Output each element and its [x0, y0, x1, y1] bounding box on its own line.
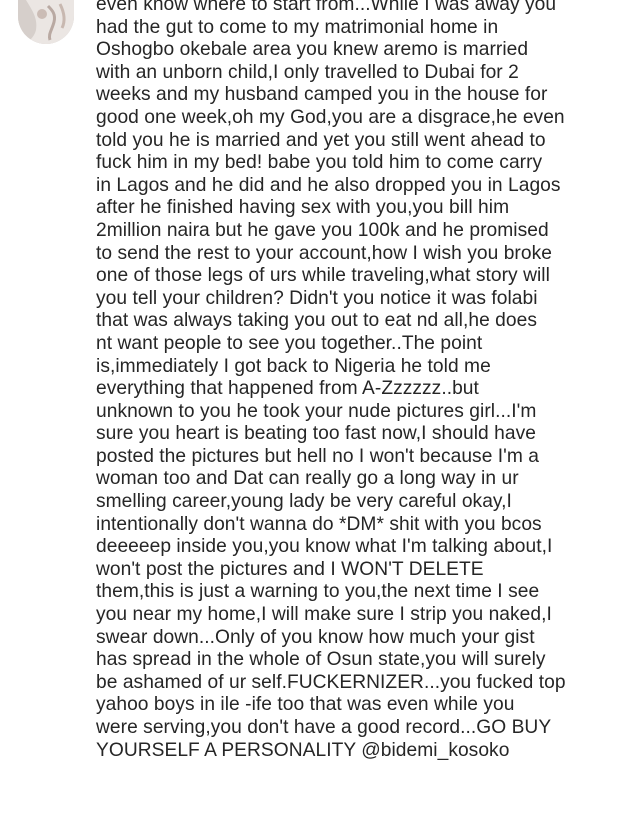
comment-line: even know where to start from...While I …: [96, 0, 557, 15]
comment-line: nt want people to see you together..The …: [96, 332, 483, 354]
comment-line: after he finished having sex with you,yo…: [96, 197, 510, 219]
comment-line: to send the rest to your account,how I w…: [96, 242, 552, 264]
comment-line: posted the pictures but hell no I won't …: [96, 445, 540, 467]
comment-line: deeeeep inside you,you know what I'm tal…: [96, 536, 553, 558]
comment-line: one of those legs of urs while traveling…: [96, 265, 550, 287]
comment-line: woman too and Dat can really go a long w…: [96, 468, 519, 490]
comment-line: that was always taking you out to eat nd…: [96, 310, 537, 332]
comment-line: told you he is married and yet you still…: [96, 129, 546, 151]
mention-link[interactable]: @bidemi_kosoko: [361, 740, 509, 761]
profile-avatar-icon: [18, 0, 74, 44]
avatar[interactable]: [18, 0, 74, 44]
comment-line: YOURSELF A PERSONALITY: [96, 739, 362, 761]
comment-line: fuck him in my bed! babe you told him to…: [96, 152, 543, 174]
comment-line: were serving,you don't have a good recor…: [96, 717, 552, 738]
comment-line: 2million naira but he gave you 100k and …: [96, 219, 549, 241]
comment-line: yahoo boys in ile -ife too that was even…: [96, 694, 515, 716]
comment-line: Oshogbo okebale area you knew aremo is m…: [96, 39, 529, 61]
comment-line: had the gut to come to my matrimonial ho…: [96, 16, 499, 38]
comment-line: you tell your children? Didn't you notic…: [96, 287, 538, 309]
comment-line: intentionally don't wanna do *DM* shit w…: [96, 513, 542, 535]
comment-line: be ashamed of ur self.FUCKERNIZER...you …: [96, 671, 566, 693]
comment-line: swear down...Only of you know how much y…: [96, 626, 535, 648]
comment-line: sure you heart is beating too fast now,I…: [96, 423, 536, 445]
comment-line: with an unborn child,I only travelled to…: [96, 61, 519, 83]
instagram-comment: even know where to start from...While I …: [0, 0, 640, 837]
comment-line: everything that happened from A-Zzzzzz..…: [96, 378, 479, 400]
comment-line: is,immediately I got back to Nigeria he …: [96, 355, 491, 377]
comment-line: in Lagos and he did and he also dropped …: [96, 174, 561, 196]
comment-line: smelling career,young lady be very caref…: [96, 491, 512, 513]
comment-text: even know where to start from...While I …: [96, 0, 626, 762]
comment-line: unknown to you he took your nude picture…: [96, 400, 537, 422]
comment-line: weeks and my husband camped you in the h…: [96, 84, 548, 106]
comment-line: has spread in the whole of Osun state,yo…: [96, 649, 546, 671]
comment-line: them,this is just a warning to you,the n…: [96, 581, 540, 603]
comment-line: won't post the pictures and I WON'T DELE…: [96, 558, 484, 580]
comment-line: good one week,oh my God,you are a disgra…: [96, 106, 565, 128]
comment-line: you near my home,I will make sure I stri…: [96, 604, 552, 626]
